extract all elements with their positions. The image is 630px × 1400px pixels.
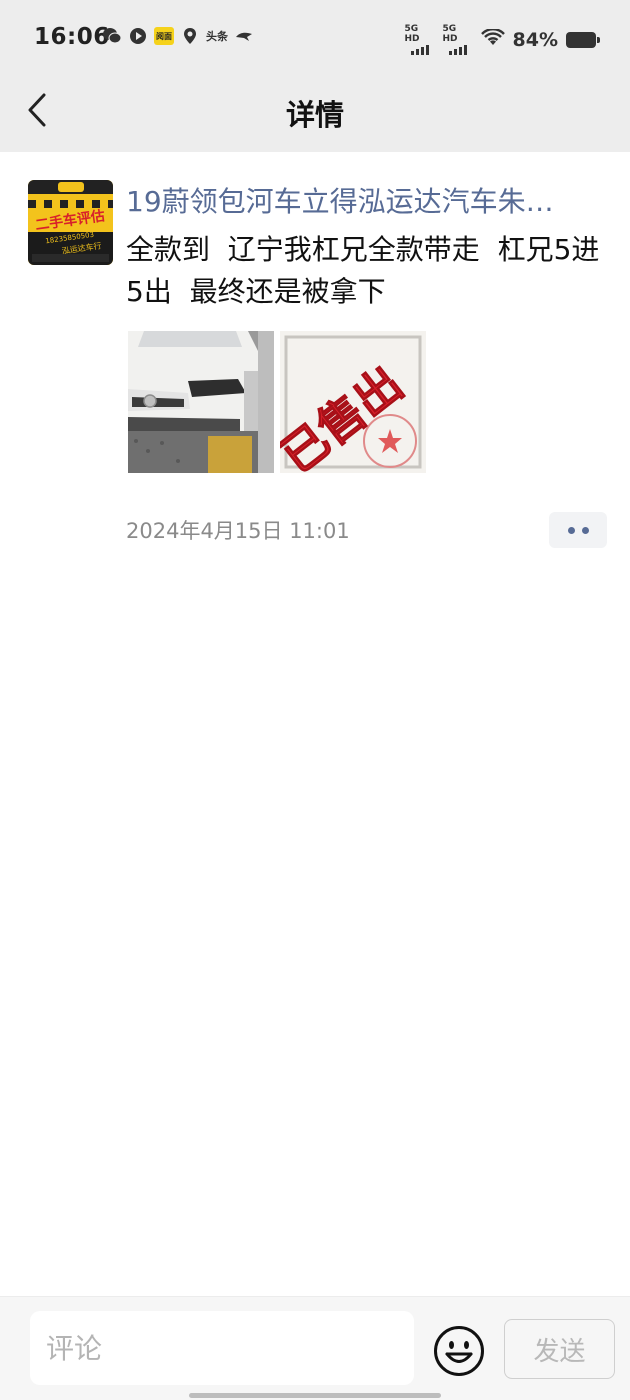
battery-icon bbox=[566, 31, 600, 48]
emoji-button[interactable] bbox=[433, 1325, 485, 1377]
post-author-name[interactable]: 19蔚领包河车立得泓运达汽车朱… bbox=[126, 180, 606, 220]
post-text: 全款到 辽宁我杠兄全款带走 杠兄5进5出 最终还是被拿下 bbox=[126, 233, 600, 308]
status-right: 5G HD 5G HD 84% bbox=[405, 24, 600, 55]
video-icon bbox=[128, 26, 148, 46]
location-icon bbox=[180, 26, 200, 46]
comment-input[interactable] bbox=[30, 1311, 414, 1385]
home-indicator[interactable] bbox=[189, 1393, 441, 1398]
network-1-label: 5G HD bbox=[404, 24, 420, 44]
header: 详情 bbox=[0, 78, 630, 152]
smiley-icon bbox=[434, 1326, 484, 1376]
page-title: 详情 bbox=[285, 98, 344, 132]
sold-stamp-image: 已售出 bbox=[280, 331, 426, 473]
battery-percent: 84% bbox=[512, 28, 558, 51]
wechat-icon bbox=[102, 26, 122, 46]
network-2: 5G HD bbox=[443, 24, 473, 55]
toutiao-icon: 头条 bbox=[206, 30, 228, 43]
avatar-image: 二手车评估 18235850503 泓运达车行 bbox=[28, 180, 113, 265]
more-options-button[interactable] bbox=[549, 512, 607, 548]
send-button[interactable]: 发送 bbox=[504, 1319, 615, 1379]
signal-bars-icon bbox=[448, 44, 467, 55]
notification-icons: 阅面 头条 bbox=[102, 26, 254, 46]
network-1: 5G HD bbox=[405, 24, 435, 55]
wifi-icon bbox=[480, 27, 505, 51]
signal-bars-icon bbox=[410, 44, 429, 55]
car-image bbox=[128, 331, 274, 473]
avatar[interactable]: 二手车评估 18235850503 泓运达车行 bbox=[28, 180, 113, 265]
comment-bar: 发送 bbox=[0, 1296, 630, 1400]
status-time: 16:06 bbox=[34, 24, 110, 50]
network-2-label: 5G HD bbox=[442, 24, 458, 44]
moment-detail-page: 16:06 阅面 头条 5G HD 5G HD 84% 详情 二手车评估 182… bbox=[0, 0, 630, 1400]
post-timestamp: 2024年4月15日 11:01 bbox=[126, 519, 350, 543]
status-bar: 16:06 阅面 头条 5G HD 5G HD 84% bbox=[0, 0, 630, 78]
bird-icon bbox=[234, 26, 254, 46]
more-dot-icon bbox=[567, 526, 575, 534]
app-yellow-icon: 阅面 bbox=[154, 27, 174, 45]
more-dot-icon bbox=[581, 526, 589, 534]
post-photo-sold-stamp[interactable]: 已售出 bbox=[280, 331, 426, 473]
post-photo-car[interactable] bbox=[128, 331, 274, 473]
